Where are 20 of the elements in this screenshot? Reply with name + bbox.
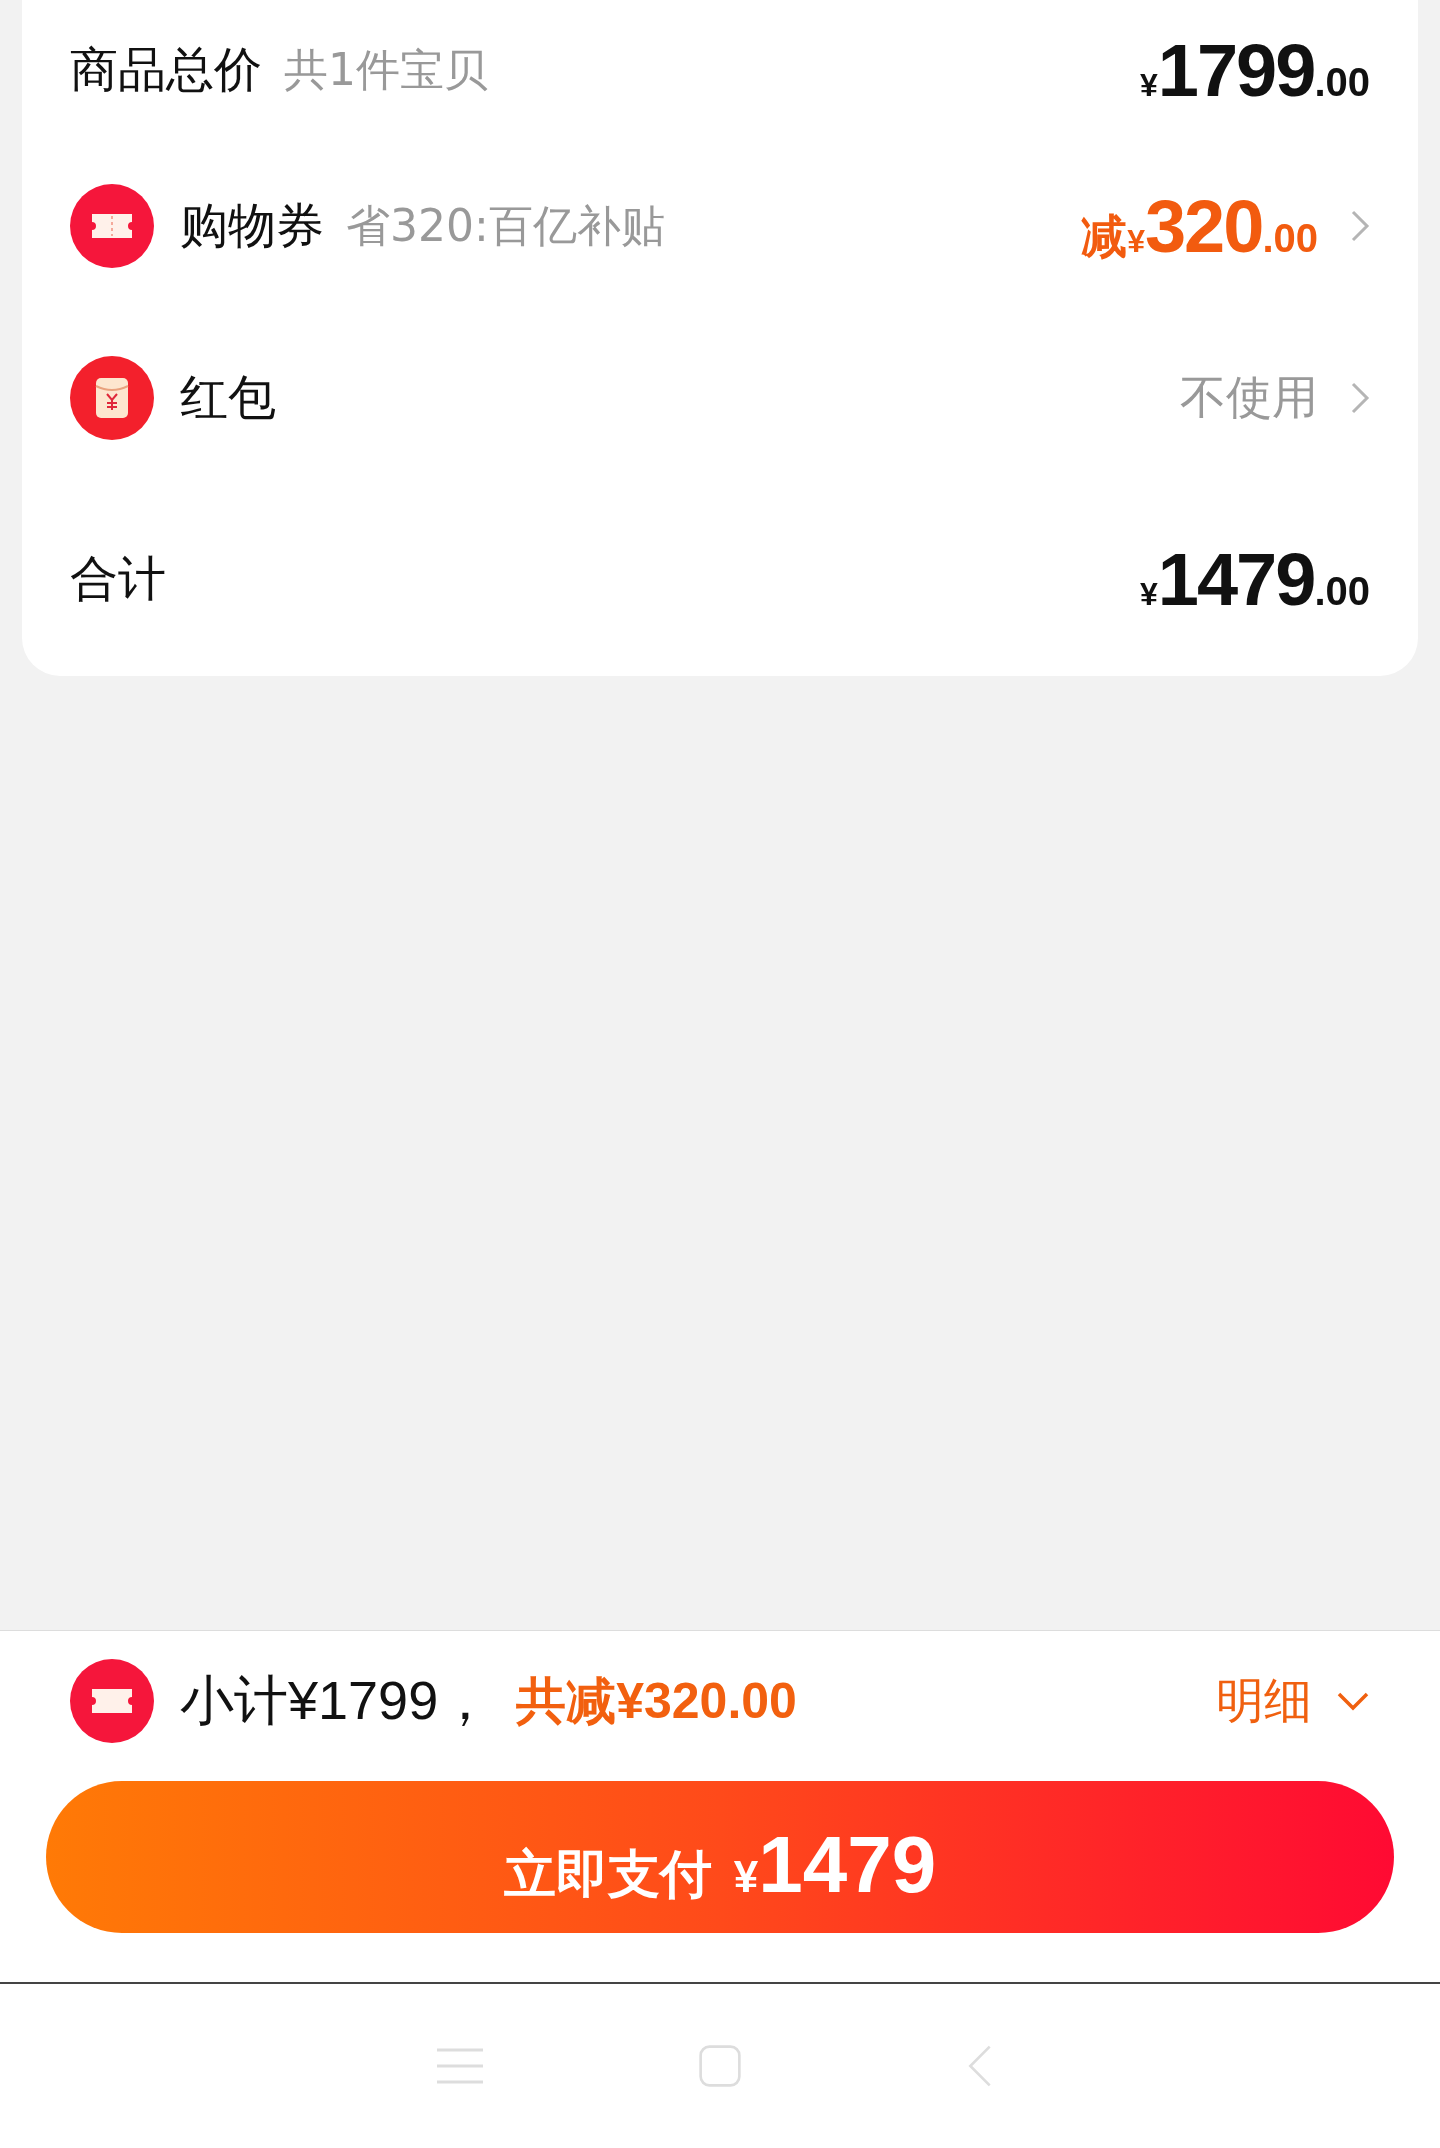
ticket-icon [70, 1659, 154, 1743]
caret-icon [1336, 1691, 1370, 1711]
row-label: 红包 [180, 368, 276, 427]
subtotal-text: 小计¥1799， [180, 1668, 493, 1732]
price-text: 减¥320.00 [1081, 183, 1318, 269]
price-text: ¥1479.00 [1139, 536, 1370, 622]
row-value: 不使用 [1180, 369, 1318, 426]
chevron-right-icon[interactable] [1350, 381, 1370, 415]
pay-button[interactable]: 立即支付 ¥1479 [46, 1781, 1394, 1933]
row-label: 购物券 [180, 196, 324, 255]
row-note: 省320:百亿补贴 [346, 198, 665, 253]
envelope-icon [70, 356, 154, 440]
row-label: 商品总价 [70, 40, 262, 99]
price-text: ¥1799.00 [1139, 27, 1370, 113]
ticket-icon [70, 184, 154, 268]
row-note: 共1件宝贝 [284, 42, 488, 97]
chevron-right-icon[interactable] [1350, 209, 1370, 243]
details-button[interactable]: 明细 [1216, 1669, 1370, 1733]
discount-text: 共减¥320.00 [516, 1671, 797, 1731]
row-label: 合计 [70, 549, 166, 608]
